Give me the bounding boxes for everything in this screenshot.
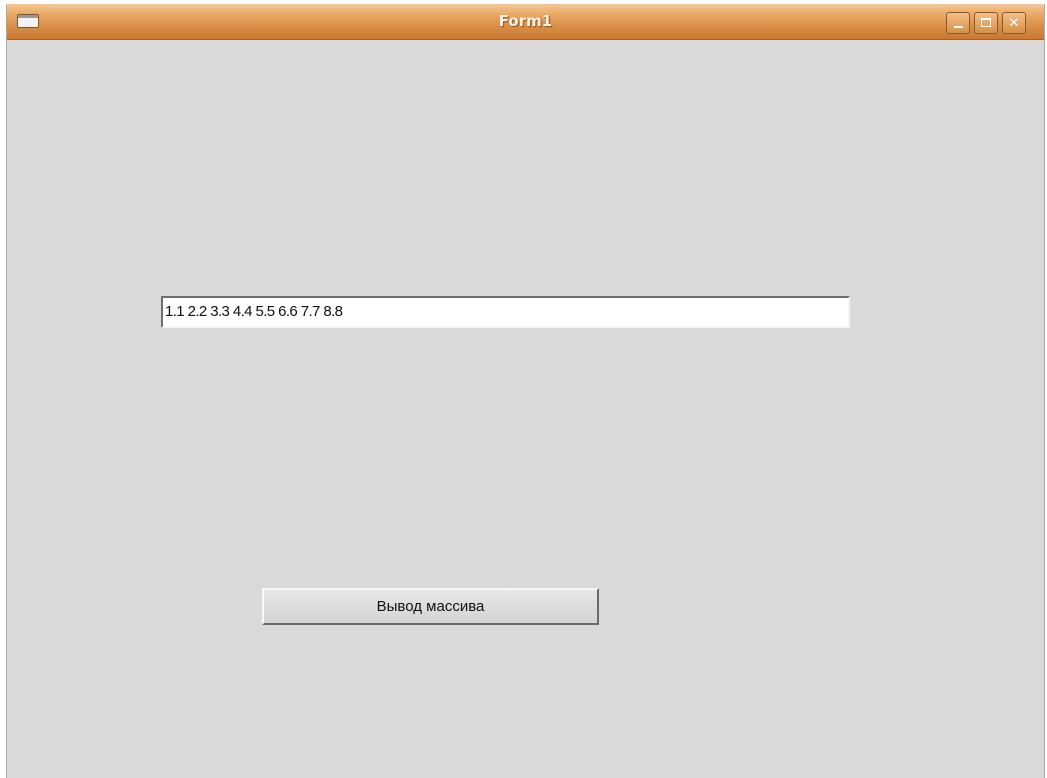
output-array-button[interactable]: Вывод массива: [262, 588, 599, 625]
title-bar[interactable]: Form1 ✕: [7, 4, 1044, 40]
close-button[interactable]: ✕: [1002, 12, 1026, 34]
maximize-button[interactable]: [974, 12, 998, 34]
form-client-area: 1.1 2.2 3.3 4.4 5.5 6.6 7.7 8.8 Вывод ма…: [7, 40, 1044, 778]
close-icon: ✕: [1008, 16, 1020, 31]
minimize-button[interactable]: [946, 12, 970, 34]
window-title: Form1: [498, 12, 553, 30]
array-output-textbox[interactable]: 1.1 2.2 3.3 4.4 5.5 6.6 7.7 8.8: [161, 296, 850, 328]
form-window: Form1 ✕ 1.1 2.2 3.3 4.4 5.5 6.6 7.7 8.8 …: [6, 4, 1045, 778]
minimize-icon: [954, 26, 963, 28]
maximize-icon: [981, 18, 991, 27]
